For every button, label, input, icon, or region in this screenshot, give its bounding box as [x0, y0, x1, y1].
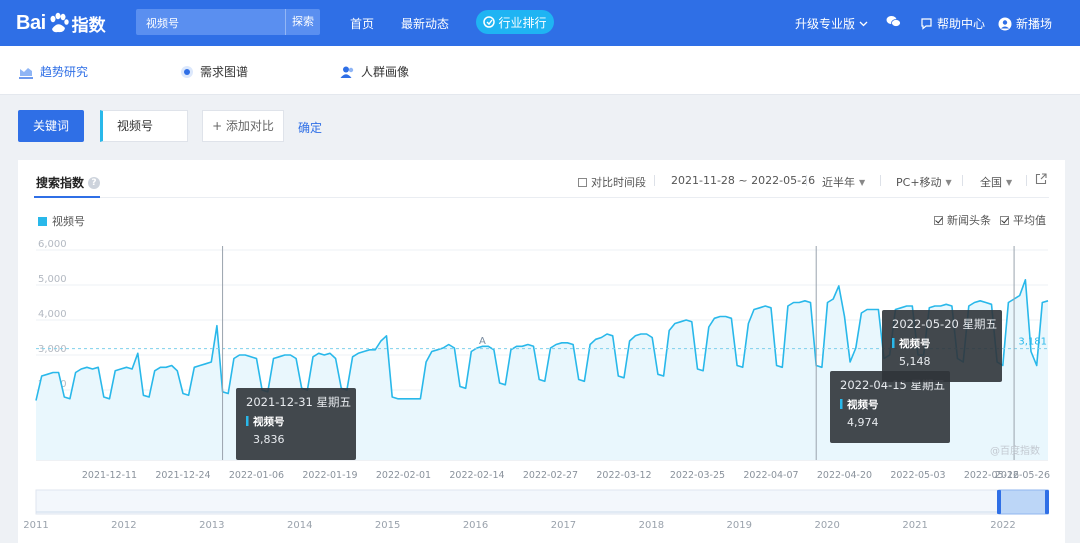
- logo-text: Bai: [16, 11, 46, 34]
- nav-home[interactable]: 首页: [350, 15, 374, 32]
- x-tick-label: 2022-03-12: [596, 470, 651, 481]
- overview-year-label: 2016: [463, 520, 488, 531]
- tab-label: 人群画像: [361, 65, 410, 79]
- avatar-icon: [998, 17, 1012, 30]
- search-index-chart: 6,0005,0004,0003,0002,0001,0003,181A2021…: [23, 239, 1050, 531]
- overview-year-label: 2015: [375, 520, 400, 531]
- x-tick-label: 2022-02-27: [523, 470, 578, 481]
- x-tick-label: 2022-02-01: [376, 470, 431, 481]
- tooltip-series-name: 视频号: [899, 337, 931, 350]
- baidu-index-logo[interactable]: Bai 指数: [16, 8, 106, 38]
- keyword-button[interactable]: 关键词: [18, 110, 84, 142]
- overview-year-label: 2021: [902, 520, 927, 531]
- tooltip-date: 2021-12-31 星期五: [246, 395, 351, 409]
- nav-latest[interactable]: 最新动态: [401, 15, 449, 32]
- overview-year-label: 2014: [287, 520, 312, 531]
- add-compare-button[interactable]: + 添加对比: [202, 110, 284, 142]
- overview-year-label: 2022: [990, 520, 1015, 531]
- wechat-button[interactable]: [886, 15, 901, 28]
- x-tick-label: 2022-04-07: [743, 470, 798, 481]
- overview-year-label: 2012: [111, 520, 136, 531]
- rank-label: 行业排行: [498, 15, 547, 30]
- x-tick-label: 2021-12-11: [82, 470, 137, 481]
- overview-handle-right: [1045, 490, 1049, 514]
- overview-year-label: 2020: [814, 520, 839, 531]
- user-menu[interactable]: 新播场: [998, 15, 1052, 32]
- tooltip-series-marker: [246, 416, 249, 426]
- overview-year-label: 2013: [199, 520, 224, 531]
- x-tick-label: 2022-04-20: [817, 470, 872, 481]
- x-tick-label: 2022-02-14: [449, 470, 504, 481]
- logo-suffix: 指数: [71, 15, 106, 36]
- paw-logo-icon: [50, 12, 69, 33]
- tooltip-value: 5,148: [899, 355, 931, 368]
- overview-track: [35, 489, 1049, 515]
- tab-trend-research[interactable]: 趋势研究: [18, 63, 88, 80]
- wechat-icon: [886, 16, 901, 27]
- tab-label: 趋势研究: [40, 65, 89, 79]
- sub-navigation: 趋势研究 需求图谱 人群画像: [0, 46, 1080, 95]
- search-index-panel: 搜索指数 ? 对比时间段 2021-11-28 ~ 2022-05-26 近半年…: [18, 160, 1065, 543]
- upgrade-label: 升级专业版: [795, 17, 856, 31]
- tab-label: 需求图谱: [200, 65, 249, 79]
- search-box: 探索: [136, 9, 320, 35]
- average-value-label: 3,181: [1018, 337, 1047, 348]
- tooltip-series-marker: [892, 338, 895, 348]
- tooltip-date: 2022-05-20 星期五: [892, 317, 997, 331]
- tab-demand-graph[interactable]: 需求图谱: [180, 63, 248, 80]
- keyword-toolbar: 关键词 视频号 + 添加对比 确定: [0, 94, 1080, 160]
- overview-handle-left: [997, 490, 1001, 514]
- y-tick-label: 4,000: [38, 309, 67, 320]
- overview-year-label: 2017: [551, 520, 576, 531]
- tooltip-series-name: 视频号: [253, 415, 285, 428]
- user-group-icon: [340, 66, 354, 78]
- y-tick-label: 6,000: [38, 239, 67, 250]
- x-tick-label: 2022-05-26: [995, 470, 1050, 481]
- chevron-down-icon: [859, 21, 868, 26]
- overview-year-label: 2018: [639, 520, 664, 531]
- graph-node-icon: [181, 65, 193, 78]
- upgrade-pro-menu[interactable]: 升级专业版: [795, 15, 868, 32]
- tooltip-series-name: 视频号: [847, 398, 879, 411]
- news-marker: A: [479, 336, 486, 347]
- trend-chart-icon: [19, 67, 33, 79]
- chat-bubble-icon: [921, 18, 932, 30]
- overview-year-label: 2019: [727, 520, 752, 531]
- help-label: 帮助中心: [937, 17, 986, 31]
- confirm-link[interactable]: 确定: [298, 119, 322, 136]
- help-center-link[interactable]: 帮助中心: [920, 15, 985, 32]
- user-label: 新播场: [1016, 17, 1053, 31]
- tooltip-value: 4,974: [847, 416, 879, 429]
- y-tick-label: 5,000: [38, 274, 67, 285]
- keyword-field[interactable]: 视频号: [100, 110, 188, 142]
- overview-year-label: 2011: [23, 520, 48, 531]
- tab-audience-profile[interactable]: 人群画像: [340, 63, 409, 80]
- search-input[interactable]: [144, 13, 278, 33]
- y-tick-label: 3,000: [38, 344, 67, 355]
- tooltip-series-marker: [840, 399, 843, 409]
- x-tick-label: 2022-01-06: [229, 470, 284, 481]
- tooltip-value: 3,836: [253, 433, 285, 446]
- top-navigation-bar: Bai 指数 探索 首页 最新动态 行业排行 升级专业版: [0, 0, 1080, 46]
- explore-button[interactable]: 探索: [285, 9, 320, 35]
- x-tick-label: 2022-01-19: [302, 470, 357, 481]
- rank-icon: [483, 16, 496, 28]
- industry-rank-button[interactable]: 行业排行: [476, 10, 554, 34]
- x-tick-label: 2021-12-24: [155, 470, 210, 481]
- overview-selected-window: [998, 489, 1049, 515]
- x-tick-label: 2022-03-25: [670, 470, 725, 481]
- watermark: @百度指数: [990, 444, 1040, 457]
- x-tick-label: 2022-05-03: [890, 470, 945, 481]
